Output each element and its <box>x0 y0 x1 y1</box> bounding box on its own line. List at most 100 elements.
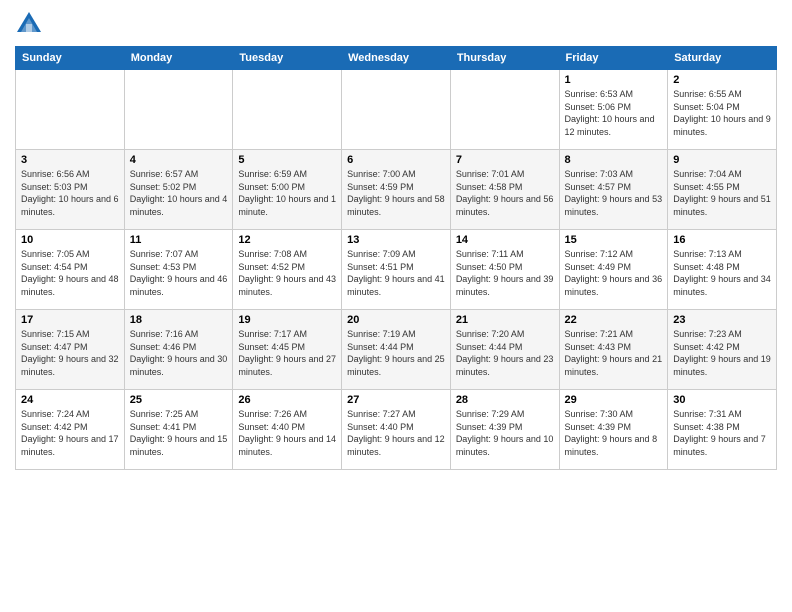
day-info: Sunrise: 7:19 AM Sunset: 4:44 PM Dayligh… <box>347 328 445 378</box>
day-number: 16 <box>673 234 771 246</box>
calendar-day-cell: 22Sunrise: 7:21 AM Sunset: 4:43 PM Dayli… <box>559 310 668 390</box>
calendar-day-cell: 30 Sunrise: 7:31 AM Sunset: 4:38 PM Dayli… <box>668 390 777 470</box>
weekday-header-thursday: Thursday <box>450 47 559 70</box>
day-info: Sunrise: 7:25 AM Sunset: 4:41 PM Dayligh… <box>130 408 228 458</box>
calendar-day-cell: 12 Sunrise: 7:08 AM Sunset: 4:52 PM Dayli… <box>233 230 342 310</box>
day-number: 9 <box>673 154 771 166</box>
day-info: Sunrise: 6:59 AM Sunset: 5:00 PM Dayligh… <box>238 168 336 218</box>
calendar-day-cell: 6 Sunrise: 7:00 AM Sunset: 4:59 PM Daylig… <box>342 150 451 230</box>
day-number: 28 <box>456 394 554 406</box>
day-number: 4 <box>130 154 228 166</box>
day-number: 1 <box>565 74 663 86</box>
day-info: Sunrise: 7:13 AM Sunset: 4:48 PM Dayligh… <box>673 248 771 298</box>
calendar-week-row: 10 Sunrise: 7:05 AM Sunset: 4:54 PM Dayli… <box>16 230 777 310</box>
calendar-day-cell: 9 Sunrise: 7:04 AM Sunset: 4:55 PM Daylig… <box>668 150 777 230</box>
calendar-day-cell <box>450 70 559 150</box>
calendar-day-cell: 26 Sunrise: 7:26 AM Sunset: 4:40 PM Dayli… <box>233 390 342 470</box>
day-info: Sunrise: 7:05 AM Sunset: 4:54 PM Dayligh… <box>21 248 119 298</box>
day-info: Sunrise: 7:12 AM Sunset: 4:49 PM Dayligh… <box>565 248 663 298</box>
calendar-day-cell: 17 Sunrise: 7:15 AM Sunset: 4:47 PM Dayli… <box>16 310 125 390</box>
calendar-day-cell: 15 Sunrise: 7:12 AM Sunset: 4:49 PM Dayli… <box>559 230 668 310</box>
day-number: 24 <box>21 394 119 406</box>
day-number: 12 <box>238 234 336 246</box>
calendar-day-cell <box>124 70 233 150</box>
day-number: 23 <box>673 314 771 326</box>
day-info: Sunrise: 7:04 AM Sunset: 4:55 PM Dayligh… <box>673 168 771 218</box>
day-info: Sunrise: 6:55 AM Sunset: 5:04 PM Dayligh… <box>673 88 771 138</box>
day-info: Sunrise: 7:29 AM Sunset: 4:39 PM Dayligh… <box>456 408 554 458</box>
day-number: 13 <box>347 234 445 246</box>
calendar-day-cell: 5 Sunrise: 6:59 AM Sunset: 5:00 PM Daylig… <box>233 150 342 230</box>
weekday-header-wednesday: Wednesday <box>342 47 451 70</box>
day-info: Sunrise: 6:53 AM Sunset: 5:06 PM Dayligh… <box>565 88 663 138</box>
day-number: 6 <box>347 154 445 166</box>
day-number: 21 <box>456 314 554 326</box>
day-info: Sunrise: 6:57 AM Sunset: 5:02 PM Dayligh… <box>130 168 228 218</box>
calendar-day-cell: 13Sunrise: 7:09 AM Sunset: 4:51 PM Dayli… <box>342 230 451 310</box>
weekday-header-saturday: Saturday <box>668 47 777 70</box>
day-info: Sunrise: 7:30 AM Sunset: 4:39 PM Dayligh… <box>565 408 663 458</box>
calendar-day-cell: 24 Sunrise: 7:24 AM Sunset: 4:42 PM Dayli… <box>16 390 125 470</box>
calendar-table: SundayMondayTuesdayWednesdayThursdayFrid… <box>15 46 777 470</box>
calendar-week-row: 1 Sunrise: 6:53 AM Sunset: 5:06 PM Daylig… <box>16 70 777 150</box>
day-number: 7 <box>456 154 554 166</box>
calendar-day-cell <box>16 70 125 150</box>
day-number: 11 <box>130 234 228 246</box>
day-info: Sunrise: 7:11 AM Sunset: 4:50 PM Dayligh… <box>456 248 554 298</box>
day-number: 5 <box>238 154 336 166</box>
calendar-day-cell: 28 Sunrise: 7:29 AM Sunset: 4:39 PM Dayli… <box>450 390 559 470</box>
day-info: Sunrise: 7:21 AM Sunset: 4:43 PM Dayligh… <box>565 328 663 378</box>
calendar-day-cell: 20 Sunrise: 7:19 AM Sunset: 4:44 PM Dayli… <box>342 310 451 390</box>
weekday-header-friday: Friday <box>559 47 668 70</box>
day-info: Sunrise: 7:24 AM Sunset: 4:42 PM Dayligh… <box>21 408 119 458</box>
calendar-day-cell: 7 Sunrise: 7:01 AM Sunset: 4:58 PM Daylig… <box>450 150 559 230</box>
day-info: Sunrise: 7:01 AM Sunset: 4:58 PM Dayligh… <box>456 168 554 218</box>
day-number: 26 <box>238 394 336 406</box>
day-info: Sunrise: 6:56 AM Sunset: 5:03 PM Dayligh… <box>21 168 119 218</box>
calendar-day-cell: 21 Sunrise: 7:20 AM Sunset: 4:44 PM Dayli… <box>450 310 559 390</box>
day-info: Sunrise: 7:03 AM Sunset: 4:57 PM Dayligh… <box>565 168 663 218</box>
calendar-week-row: 3 Sunrise: 6:56 AM Sunset: 5:03 PM Daylig… <box>16 150 777 230</box>
day-number: 30 <box>673 394 771 406</box>
day-info: Sunrise: 7:27 AM Sunset: 4:40 PM Dayligh… <box>347 408 445 458</box>
calendar-day-cell <box>342 70 451 150</box>
day-number: 29 <box>565 394 663 406</box>
calendar-week-row: 17 Sunrise: 7:15 AM Sunset: 4:47 PM Dayli… <box>16 310 777 390</box>
calendar-day-cell: 3 Sunrise: 6:56 AM Sunset: 5:03 PM Daylig… <box>16 150 125 230</box>
day-info: Sunrise: 7:00 AM Sunset: 4:59 PM Dayligh… <box>347 168 445 218</box>
day-info: Sunrise: 7:07 AM Sunset: 4:53 PM Dayligh… <box>130 248 228 298</box>
calendar-day-cell: 19 Sunrise: 7:17 AM Sunset: 4:45 PM Dayli… <box>233 310 342 390</box>
calendar-day-cell: 1 Sunrise: 6:53 AM Sunset: 5:06 PM Daylig… <box>559 70 668 150</box>
weekday-header-sunday: Sunday <box>16 47 125 70</box>
day-number: 2 <box>673 74 771 86</box>
day-info: Sunrise: 7:31 AM Sunset: 4:38 PM Dayligh… <box>673 408 771 458</box>
day-number: 15 <box>565 234 663 246</box>
day-info: Sunrise: 7:17 AM Sunset: 4:45 PM Dayligh… <box>238 328 336 378</box>
calendar-day-cell: 2 Sunrise: 6:55 AM Sunset: 5:04 PM Daylig… <box>668 70 777 150</box>
day-number: 14 <box>456 234 554 246</box>
day-number: 17 <box>21 314 119 326</box>
day-info: Sunrise: 7:20 AM Sunset: 4:44 PM Dayligh… <box>456 328 554 378</box>
calendar-day-cell: 8Sunrise: 7:03 AM Sunset: 4:57 PM Daylig… <box>559 150 668 230</box>
day-info: Sunrise: 7:15 AM Sunset: 4:47 PM Dayligh… <box>21 328 119 378</box>
day-info: Sunrise: 7:26 AM Sunset: 4:40 PM Dayligh… <box>238 408 336 458</box>
weekday-header-tuesday: Tuesday <box>233 47 342 70</box>
calendar-day-cell <box>233 70 342 150</box>
day-info: Sunrise: 7:23 AM Sunset: 4:42 PM Dayligh… <box>673 328 771 378</box>
logo-icon <box>15 10 43 38</box>
calendar-day-cell: 27Sunrise: 7:27 AM Sunset: 4:40 PM Dayli… <box>342 390 451 470</box>
day-number: 19 <box>238 314 336 326</box>
day-number: 3 <box>21 154 119 166</box>
calendar-day-cell: 4 Sunrise: 6:57 AM Sunset: 5:02 PM Daylig… <box>124 150 233 230</box>
day-number: 20 <box>347 314 445 326</box>
day-number: 25 <box>130 394 228 406</box>
calendar-day-cell: 23 Sunrise: 7:23 AM Sunset: 4:42 PM Dayli… <box>668 310 777 390</box>
day-number: 10 <box>21 234 119 246</box>
page-header <box>15 10 777 38</box>
calendar-day-cell: 10 Sunrise: 7:05 AM Sunset: 4:54 PM Dayli… <box>16 230 125 310</box>
day-info: Sunrise: 7:08 AM Sunset: 4:52 PM Dayligh… <box>238 248 336 298</box>
calendar-day-cell: 25 Sunrise: 7:25 AM Sunset: 4:41 PM Dayli… <box>124 390 233 470</box>
calendar-day-cell: 16 Sunrise: 7:13 AM Sunset: 4:48 PM Dayli… <box>668 230 777 310</box>
day-number: 18 <box>130 314 228 326</box>
calendar-day-cell: 11 Sunrise: 7:07 AM Sunset: 4:53 PM Dayli… <box>124 230 233 310</box>
